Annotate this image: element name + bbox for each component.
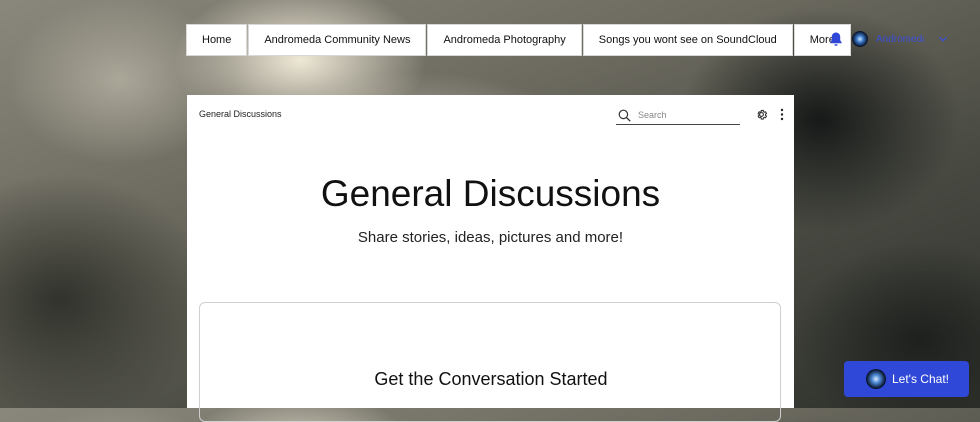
nav-item-songs[interactable]: Songs you wont see on SoundCloud xyxy=(582,24,793,56)
member-area: Andromeda xyxy=(828,28,948,50)
nav-item-photography[interactable]: Andromeda Photography xyxy=(427,24,582,56)
more-options-icon[interactable] xyxy=(777,108,787,121)
search-input[interactable] xyxy=(638,110,733,120)
chevron-down-icon[interactable] xyxy=(938,34,948,44)
page-subtitle: Share stories, ideas, pictures and more! xyxy=(357,229,624,246)
breadcrumb[interactable]: General Discussions xyxy=(199,109,282,119)
nav-item-home[interactable]: Home xyxy=(186,24,248,56)
empty-state-title: Get the Conversation Started xyxy=(374,369,608,389)
empty-state-card: Get the Conversation Started xyxy=(199,302,781,422)
page-title: General Discussions xyxy=(320,173,661,214)
nav-item-community-news[interactable]: Andromeda Community News xyxy=(248,24,427,56)
search-box xyxy=(616,106,740,125)
chat-button-label: Let's Chat! xyxy=(892,372,949,386)
top-navigation: Home Andromeda Community News Andromeda … xyxy=(186,24,851,56)
chat-avatar xyxy=(866,369,886,389)
forum-panel: General Discussions General Discussions … xyxy=(187,95,794,422)
member-name[interactable]: Andromeda xyxy=(876,34,924,45)
chat-button[interactable]: Let's Chat! xyxy=(844,361,969,397)
member-avatar[interactable] xyxy=(852,31,868,47)
search-icon[interactable] xyxy=(618,109,631,122)
bell-icon[interactable] xyxy=(828,31,844,47)
gear-icon[interactable] xyxy=(755,108,768,121)
